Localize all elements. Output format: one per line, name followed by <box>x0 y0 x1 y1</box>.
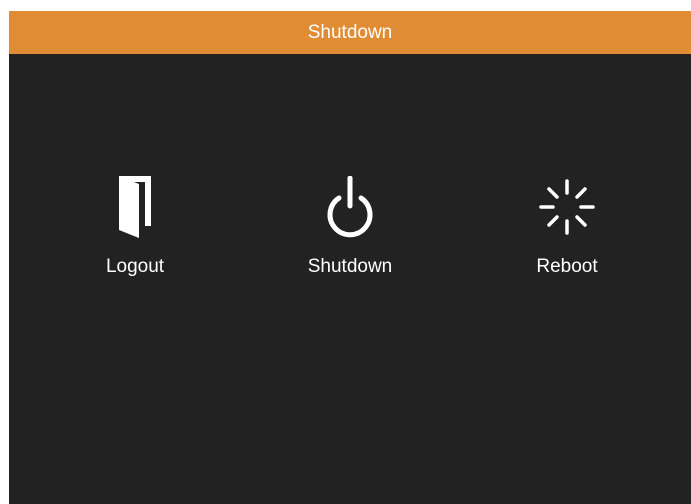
dialog-title: Shutdown <box>9 11 691 54</box>
logout-button[interactable]: Logout <box>65 176 205 286</box>
reboot-button[interactable]: Reboot <box>497 176 637 286</box>
power-icon <box>320 176 380 238</box>
shutdown-label: Shutdown <box>307 256 393 277</box>
shutdown-button[interactable]: Shutdown <box>280 176 420 286</box>
shutdown-dialog: Shutdown Logout Shutdown Reboot <box>9 11 691 504</box>
reboot-label: Reboot <box>536 256 598 277</box>
logout-label: Logout <box>105 256 165 277</box>
door-exit-icon <box>105 176 165 238</box>
loading-spinner-icon <box>537 176 597 238</box>
